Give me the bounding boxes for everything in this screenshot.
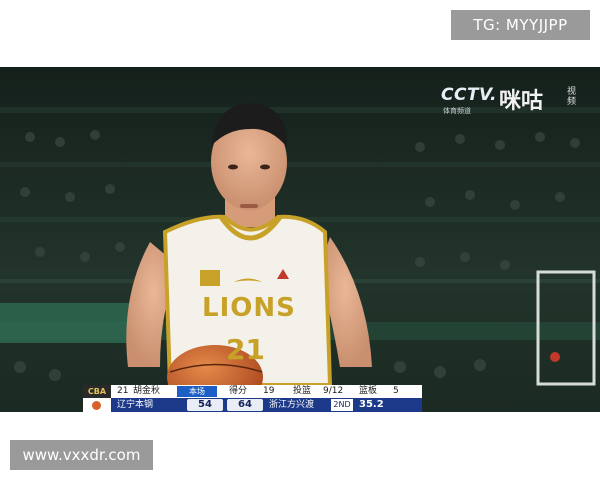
stat-rebounds-label: 篮板 <box>359 386 378 396</box>
broadcast-logo: CCTV. 体育频道 咪咕 视频 <box>441 85 591 121</box>
stat-fg-value: 9/12 <box>323 386 344 396</box>
stat-fg-label: 投篮 <box>293 386 312 396</box>
migu-subtitle: 视频 <box>567 87 577 107</box>
game-tag: 本场 <box>177 386 217 397</box>
league-logo: CBA <box>83 385 111 398</box>
cctv-subtitle: 体育频道 <box>443 107 471 115</box>
scorebug: CBA 21 胡金秋 本场 得分 19 投篮 9/12 篮板 5 辽宁本钢 54… <box>83 385 422 412</box>
stat-points-value: 19 <box>263 386 275 396</box>
stat-rebounds-value: 5 <box>393 386 399 396</box>
home-score: 54 <box>187 399 223 411</box>
video-frame: LIONS 21 CCTV. 体育频道 咪咕 视频 CBA 21 胡金秋 本场 … <box>0 67 600 412</box>
away-score: 64 <box>227 399 263 411</box>
arena-signage <box>0 303 140 343</box>
cctv-logo: CCTV. <box>441 85 498 105</box>
home-team-badge <box>83 398 111 412</box>
away-team-name: 浙江方兴渡 <box>269 400 315 410</box>
player-name: 胡金秋 <box>133 386 161 396</box>
jersey-number: 21 <box>226 333 265 366</box>
stat-points-label: 得分 <box>229 386 248 396</box>
player-number: 21 <box>117 386 129 396</box>
game-clock: 35.2 <box>359 399 384 410</box>
watermark-top-right: TG: MYYJJPP <box>451 10 590 40</box>
watermark-bottom-left: www.vxxdr.com <box>10 440 153 470</box>
scorebug-player-row: CBA 21 胡金秋 本场 得分 19 投篮 9/12 篮板 5 <box>83 385 422 398</box>
basketball-icon <box>92 401 101 410</box>
home-team-name: 辽宁本钢 <box>117 400 154 410</box>
migu-logo: 咪咕 <box>499 89 544 114</box>
jersey-wordmark: LIONS <box>202 293 296 323</box>
scorebug-score-row: 辽宁本钢 54 64 浙江方兴渡 2ND 35.2 <box>83 398 422 412</box>
game-period: 2ND <box>331 399 353 411</box>
